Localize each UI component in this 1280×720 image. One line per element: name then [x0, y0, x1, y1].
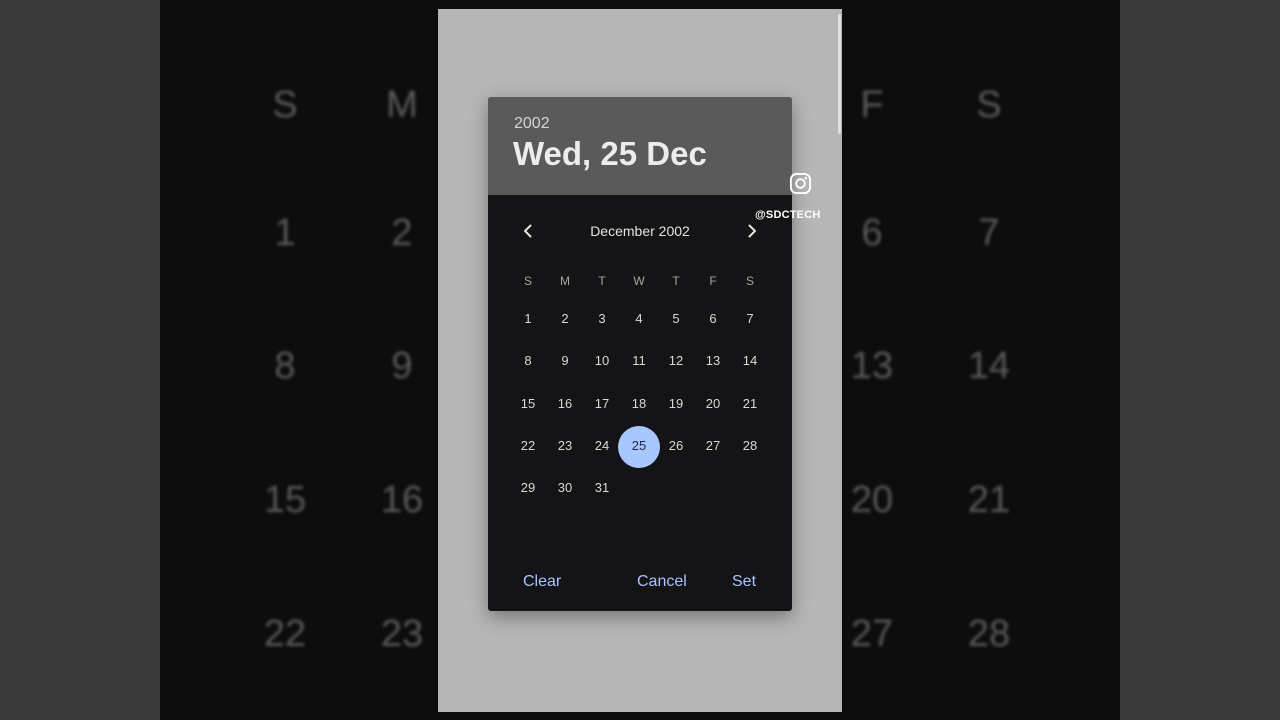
bg-weekday-label: S [272, 84, 298, 126]
date-picker-dialog: 2002 Wed, 25 Dec December 2002 S M T W T… [488, 97, 792, 611]
day-cell[interactable]: 3 [584, 310, 620, 328]
day-cell[interactable]: 23 [547, 437, 583, 455]
instagram-icon [789, 172, 812, 200]
bg-day: 14 [967, 345, 1011, 387]
dialog-header: 2002 Wed, 25 Dec [488, 97, 792, 195]
cancel-button[interactable]: Cancel [637, 573, 687, 591]
bg-day: 2 [391, 212, 413, 254]
chevron-right-icon [748, 224, 756, 238]
day-cell[interactable]: 4 [621, 310, 657, 328]
day-cell[interactable]: 2 [547, 310, 583, 328]
day-cell[interactable]: 9 [547, 352, 583, 370]
bg-day: 6 [861, 212, 883, 254]
bg-day: 9 [391, 345, 413, 387]
bg-day: 1 [274, 212, 296, 254]
header-selected-date[interactable]: Wed, 25 Dec [513, 135, 707, 173]
bg-weekday-label: F [860, 84, 884, 126]
weekday-label: T [672, 274, 680, 288]
day-cell[interactable]: 21 [732, 395, 768, 413]
day-cell-selected[interactable]: 25 [621, 437, 657, 455]
weekday-label: T [598, 274, 606, 288]
day-cell[interactable]: 12 [658, 352, 694, 370]
weekday-label: W [633, 274, 645, 288]
bg-day: 15 [263, 479, 307, 521]
bg-day: 20 [850, 479, 894, 521]
day-cell[interactable]: 18 [621, 395, 657, 413]
bg-weekday-label: M [386, 84, 418, 126]
day-cell[interactable]: 16 [547, 395, 583, 413]
day-cell[interactable]: 14 [732, 352, 768, 370]
day-cell[interactable]: 13 [695, 352, 731, 370]
day-cell[interactable]: 6 [695, 310, 731, 328]
day-cell[interactable]: 5 [658, 310, 694, 328]
day-cell[interactable]: 22 [510, 437, 546, 455]
day-cell[interactable]: 28 [732, 437, 768, 455]
bg-day: 22 [263, 613, 307, 655]
bg-day: 16 [380, 479, 424, 521]
bg-day: 23 [380, 613, 424, 655]
day-cell[interactable]: 8 [510, 352, 546, 370]
day-cell[interactable]: 24 [584, 437, 620, 455]
bg-day: 27 [850, 613, 894, 655]
day-cell[interactable]: 26 [658, 437, 694, 455]
weekday-label: S [523, 274, 532, 288]
weekday-label: F [709, 274, 717, 288]
day-cell[interactable]: 27 [695, 437, 731, 455]
bg-day: 7 [978, 212, 1000, 254]
bg-day: 13 [850, 345, 894, 387]
day-cell[interactable]: 31 [584, 479, 620, 497]
header-year[interactable]: 2002 [514, 115, 550, 133]
bg-weekday-label: S [976, 84, 1002, 126]
day-cell[interactable]: 30 [547, 479, 583, 497]
bg-day: 8 [274, 345, 296, 387]
weekday-label: S [745, 274, 754, 288]
bg-day: 28 [967, 613, 1011, 655]
weekday-label: M [560, 274, 570, 288]
day-cell[interactable]: 19 [658, 395, 694, 413]
set-button[interactable]: Set [732, 573, 756, 591]
day-cell[interactable]: 20 [695, 395, 731, 413]
scroll-indicator [838, 14, 841, 134]
clear-button[interactable]: Clear [523, 573, 561, 591]
day-cell[interactable]: 17 [584, 395, 620, 413]
day-cell[interactable]: 11 [621, 352, 657, 370]
day-cell[interactable]: 15 [510, 395, 546, 413]
next-month-button[interactable] [740, 219, 764, 243]
day-cell[interactable]: 10 [584, 352, 620, 370]
day-cell[interactable]: 7 [732, 310, 768, 328]
day-cell[interactable]: 1 [510, 310, 546, 328]
bg-day: 21 [967, 479, 1011, 521]
watermark-handle: @SDCTECH [755, 209, 821, 221]
day-cell[interactable]: 29 [510, 479, 546, 497]
